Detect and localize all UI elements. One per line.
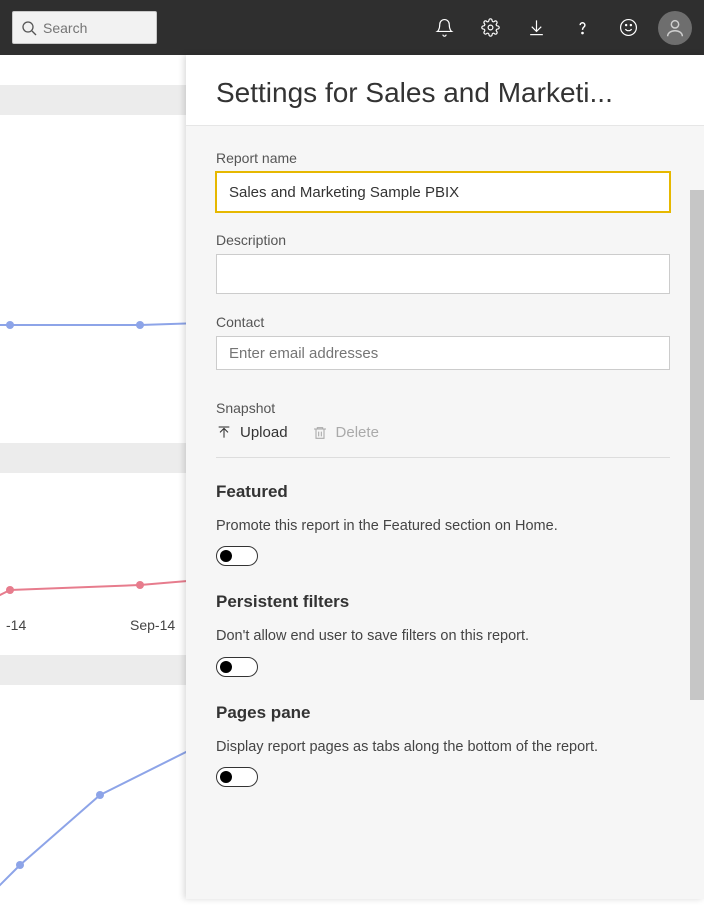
description-input[interactable] (216, 254, 670, 294)
persistent-toggle[interactable] (216, 657, 258, 677)
snapshot-label: Snapshot (216, 400, 670, 416)
settings-icon[interactable] (468, 0, 512, 55)
search-icon (21, 20, 37, 36)
axis-tick-2: Sep-14 (130, 617, 175, 633)
top-icons (422, 0, 692, 55)
panel-header: Settings for Sales and Marketi... (186, 55, 704, 126)
upload-button[interactable]: Upload (216, 424, 288, 441)
delete-button: Delete (312, 424, 379, 441)
trash-icon (312, 425, 328, 441)
chart-line-blue-1 (0, 255, 186, 415)
search-input[interactable] (43, 20, 148, 36)
scrollbar[interactable] (690, 190, 704, 700)
description-label: Description (216, 232, 670, 248)
contact-input[interactable] (216, 336, 670, 370)
feedback-icon[interactable] (606, 0, 650, 55)
download-icon[interactable] (514, 0, 558, 55)
panel-title: Settings for Sales and Marketi... (216, 77, 674, 109)
delete-label: Delete (336, 424, 379, 441)
help-icon[interactable] (560, 0, 604, 55)
persistent-heading: Persistent filters (216, 592, 670, 612)
featured-heading: Featured (216, 482, 670, 502)
notifications-icon[interactable] (422, 0, 466, 55)
settings-panel: Settings for Sales and Marketi... Report… (186, 55, 704, 899)
background-report: -14 Sep-14 (0, 55, 186, 899)
panel-body: Report name Description Contact Snapshot… (186, 126, 704, 899)
report-name-label: Report name (216, 150, 670, 166)
featured-desc: Promote this report in the Featured sect… (216, 516, 670, 536)
avatar[interactable] (658, 11, 692, 45)
featured-toggle[interactable] (216, 546, 258, 566)
pages-toggle[interactable] (216, 767, 258, 787)
report-name-input[interactable] (216, 172, 670, 212)
pages-heading: Pages pane (216, 703, 670, 723)
contact-label: Contact (216, 314, 670, 330)
persistent-desc: Don't allow end user to save filters on … (216, 626, 670, 646)
chart-line-blue-2 (0, 715, 186, 915)
pages-desc: Display report pages as tabs along the b… (216, 737, 670, 757)
upload-label: Upload (240, 424, 288, 441)
axis-tick-1: -14 (6, 617, 26, 633)
divider (216, 457, 670, 458)
top-bar (0, 0, 704, 55)
search-box[interactable] (12, 11, 157, 44)
upload-icon (216, 425, 232, 441)
